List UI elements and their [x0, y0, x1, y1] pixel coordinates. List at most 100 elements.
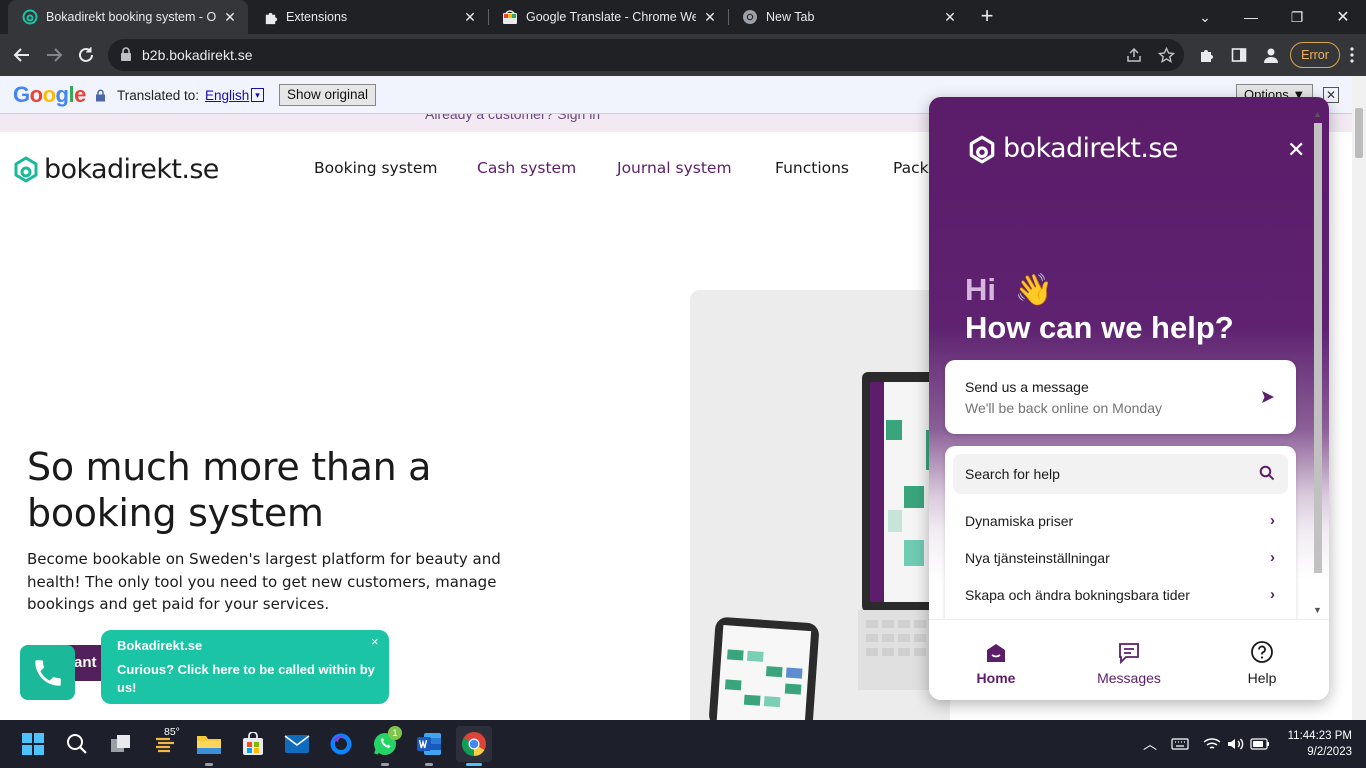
chat-greeting-text: Hi [965, 272, 996, 307]
tab-title: Google Translate - Chrome Web S [526, 10, 696, 24]
tab-search-icon[interactable]: ⌄ [1182, 0, 1228, 34]
nav-journal-system[interactable]: Journal system [617, 159, 732, 177]
restore-button[interactable]: ❐ [1274, 0, 1320, 34]
translate-lock-icon [95, 89, 106, 105]
chat-footer-nav: Home Messages Help [929, 619, 1329, 700]
reload-button[interactable] [72, 41, 100, 69]
help-article-item[interactable]: Dynamiska priser › [965, 512, 1275, 533]
lock-icon[interactable] [120, 47, 132, 66]
chat-close-icon[interactable]: ✕ [1287, 137, 1305, 163]
running-indicator [205, 763, 213, 766]
devices-illustration [690, 290, 950, 720]
side-panel-icon[interactable] [1225, 41, 1253, 69]
help-card: Search for help Dynamiska priser › Nya t… [945, 446, 1296, 636]
search-icon [1259, 465, 1275, 486]
chevron-right-icon: › [1270, 586, 1275, 603]
send-message-card[interactable]: Send us a message We'll be back online o… [945, 360, 1296, 434]
profile-icon[interactable] [1257, 41, 1285, 69]
send-arrow-icon [1260, 389, 1276, 410]
help-article-item[interactable]: Skapa och ändra bokningsbara tider › [965, 586, 1275, 607]
help-article-title: Nya tjänsteinställningar [965, 550, 1110, 566]
chat-tab-messages[interactable]: Messages [1089, 638, 1169, 686]
scroll-up-icon[interactable]: ▲ [1313, 109, 1322, 119]
address-bar[interactable]: b2b.bokadirekt.se [108, 39, 1184, 71]
chat-scrollbar-thumb[interactable] [1314, 123, 1322, 573]
site-logo[interactable]: bokadirekt.se [12, 152, 219, 186]
tab-title: New Tab [766, 10, 815, 24]
forward-button[interactable] [40, 41, 68, 69]
search-help-label: Search for help [965, 466, 1060, 482]
chrome-web-store-icon [502, 9, 518, 25]
whatsapp-badge: 1 [388, 726, 402, 740]
tab-new-tab[interactable]: New Tab ✕ [728, 0, 968, 34]
close-icon[interactable]: ✕ [462, 9, 478, 26]
window-close-button[interactable]: ✕ [1320, 0, 1366, 34]
close-icon[interactable]: ✕ [702, 9, 718, 26]
tab-strip: Bokadirekt booking system - Ove ✕ Extens… [0, 0, 1366, 34]
share-icon[interactable] [1124, 45, 1144, 65]
chat-tab-label: Messages [1097, 670, 1161, 686]
chat-tab-home[interactable]: Home [956, 638, 1036, 686]
bookmark-star-icon[interactable] [1156, 45, 1176, 65]
tab-bokadirekt[interactable]: Bokadirekt booking system - Ove ✕ [8, 0, 248, 34]
tab-google-translate[interactable]: Google Translate - Chrome Web S ✕ [488, 0, 728, 34]
file-explorer-icon[interactable] [195, 730, 223, 758]
system-clock[interactable]: 11:44:23 PM 9/2/2023 [1282, 728, 1352, 760]
word-icon[interactable] [415, 730, 443, 758]
send-message-subtitle: We'll be back online on Monday [965, 400, 1162, 416]
language-link[interactable]: English [205, 88, 249, 103]
chat-tab-help[interactable]: Help [1222, 638, 1302, 686]
close-icon[interactable]: ✕ [222, 9, 238, 26]
back-button[interactable] [8, 41, 36, 69]
new-tab-button[interactable]: + [976, 5, 998, 27]
nav-booking-system[interactable]: Booking system [314, 159, 438, 177]
whatsapp-icon[interactable]: 1 [371, 726, 402, 758]
windows-start-icon[interactable] [19, 730, 47, 758]
call-button[interactable] [20, 645, 75, 700]
tab-extensions[interactable]: Extensions ✕ [248, 0, 488, 34]
taskbar: 85° 1 ︿ 11:44:23 PM 9/2/2023 [0, 720, 1366, 768]
google-logo: Google [13, 82, 86, 107]
help-article-title: Dynamiska priser [965, 513, 1074, 529]
banner-text[interactable]: Already a customer? Sign in [425, 114, 600, 122]
keyboard-icon[interactable] [1166, 730, 1194, 758]
error-button[interactable]: Error [1290, 42, 1340, 68]
show-original-button[interactable]: Show original [279, 84, 377, 106]
chat-tab-label: Help [1247, 670, 1277, 686]
language-dropdown-icon[interactable]: ▾ [251, 88, 264, 102]
help-article-item[interactable]: Nya tjänsteinställningar › [965, 549, 1275, 570]
clock-date: 9/2/2023 [1307, 746, 1352, 758]
scroll-down-icon[interactable]: ▼ [1313, 605, 1322, 615]
bokadirekt-logo-icon [969, 135, 995, 163]
hero-device-image [690, 290, 950, 720]
page-scrollbar[interactable] [1352, 76, 1366, 720]
search-icon[interactable] [63, 730, 91, 758]
chrome-icon [742, 9, 758, 25]
more-menu-icon[interactable] [1342, 41, 1362, 69]
call-popup-message[interactable]: Curious? Click here to be called within … [117, 661, 379, 697]
task-view-icon[interactable] [107, 730, 135, 758]
page-scrollbar-thumb[interactable] [1355, 108, 1363, 158]
show-hidden-icons[interactable]: ︿ [1136, 730, 1164, 758]
firefox-icon[interactable] [327, 730, 355, 758]
mail-icon[interactable] [283, 730, 311, 758]
close-icon[interactable]: ✕ [942, 9, 958, 26]
search-help-field[interactable]: Search for help [953, 454, 1288, 494]
tab-title: Bokadirekt booking system - Ove [46, 10, 216, 24]
weather-widget-icon[interactable]: 85° [152, 726, 180, 758]
chrome-taskbar-icon[interactable] [456, 726, 492, 762]
extensions-icon[interactable] [1193, 41, 1221, 69]
nav-packages[interactable]: Pack [893, 159, 929, 177]
url-text: b2b.bokadirekt.se [142, 47, 253, 63]
call-popup-close-icon[interactable]: × [371, 634, 379, 649]
waving-hand-icon: 👋 [1014, 272, 1054, 307]
microsoft-store-icon[interactable] [239, 730, 267, 758]
battery-icon[interactable] [1246, 730, 1274, 758]
minimize-button[interactable]: — [1228, 0, 1274, 34]
chat-greeting: Hi 👋 [965, 271, 1053, 308]
nav-cash-system[interactable]: Cash system [477, 159, 576, 177]
nav-functions[interactable]: Functions [775, 159, 849, 177]
phone-icon [34, 659, 61, 686]
call-popup[interactable]: Bokadirekt.se Curious? Click here to be … [101, 630, 389, 704]
chat-scrollbar[interactable]: ▲ ▼ [1312, 109, 1324, 617]
